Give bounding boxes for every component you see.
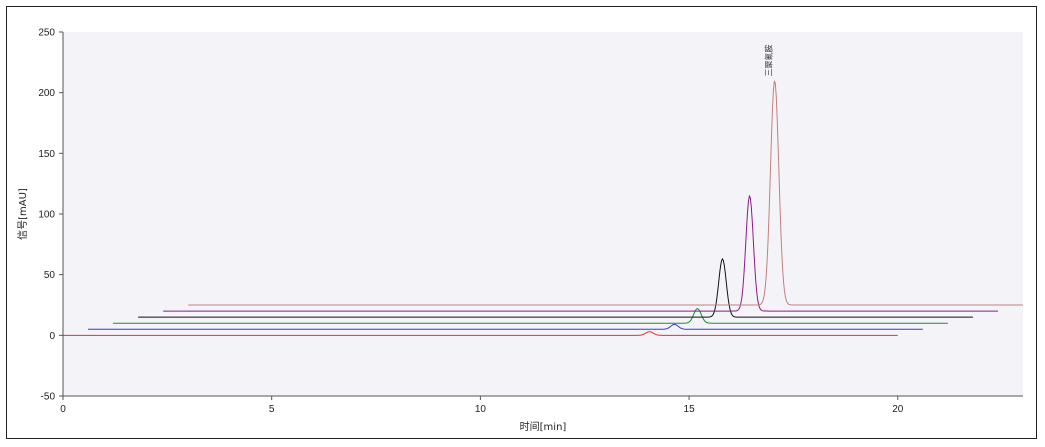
x-tick-label: 0 bbox=[60, 404, 66, 415]
x-tick-label: 15 bbox=[684, 404, 696, 415]
y-axis-label: 信号[mAU] bbox=[17, 188, 29, 240]
x-axis-label: 时间[min] bbox=[520, 420, 567, 433]
x-tick-label: 5 bbox=[269, 404, 275, 415]
y-tick-label: 100 bbox=[38, 210, 55, 221]
y-tick-label: 200 bbox=[38, 88, 55, 99]
y-tick-label: -50 bbox=[41, 392, 56, 403]
x-tick-label: 10 bbox=[475, 404, 487, 415]
peak-annotation: 三聚氰胺 bbox=[764, 45, 774, 77]
y-tick-label: 250 bbox=[38, 28, 55, 39]
y-tick-label: 0 bbox=[49, 331, 55, 342]
plot-area bbox=[63, 32, 1023, 396]
y-tick-label: 150 bbox=[38, 149, 55, 160]
x-tick-label: 20 bbox=[892, 404, 904, 415]
y-tick-label: 50 bbox=[44, 270, 56, 281]
chromatogram-chart: 0 5 10 15 20 -50 0 50 100 150 200 250 时间[min] 信号[m… bbox=[17, 28, 1023, 433]
